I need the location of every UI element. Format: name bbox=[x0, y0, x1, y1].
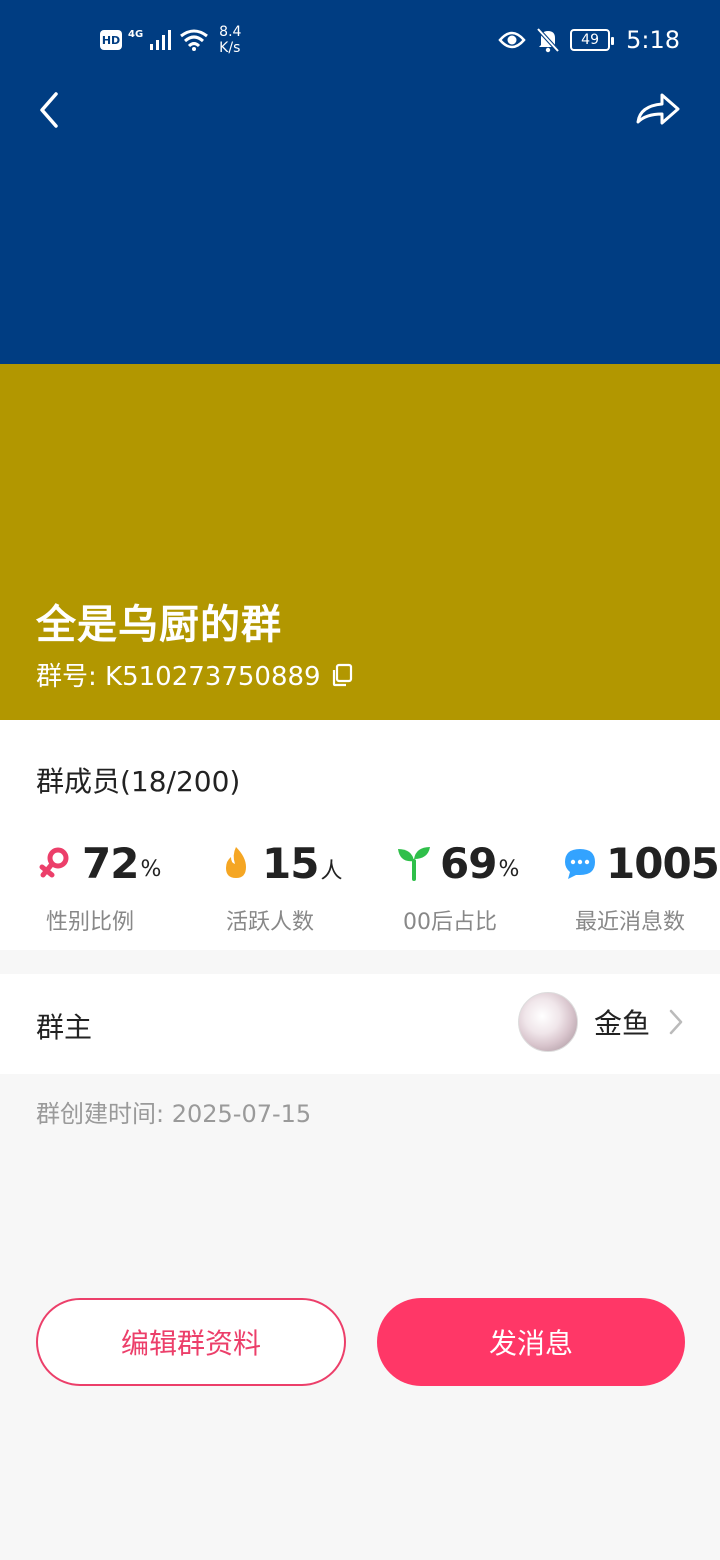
chevron-right-icon bbox=[669, 1009, 683, 1035]
send-message-button[interactable]: 发消息 bbox=[377, 1298, 685, 1386]
signal-icon bbox=[150, 30, 172, 50]
eye-icon bbox=[498, 31, 526, 49]
owner-info[interactable]: 金鱼 bbox=[517, 992, 686, 1052]
share-arrow-icon[interactable] bbox=[634, 90, 682, 130]
members-section[interactable]: 群成员(18/200) 72 % 性别比例 15 人 活跃人数 69 % 00后… bbox=[0, 720, 720, 950]
avatar[interactable] bbox=[517, 992, 578, 1052]
bell-muted-icon bbox=[536, 27, 560, 53]
group-id: 群号: K510273750889 bbox=[36, 662, 321, 692]
status-left: HD 4G 8.4 K/s bbox=[100, 24, 241, 56]
members-title: 群成员(18/200) bbox=[36, 765, 241, 798]
edit-group-button[interactable]: 编辑群资料 bbox=[36, 1298, 346, 1386]
group-name: 全是乌厨的群 bbox=[36, 602, 282, 648]
wifi-icon bbox=[180, 29, 209, 51]
hd-badge: HD bbox=[100, 30, 122, 50]
stat-value: 69 bbox=[440, 838, 497, 888]
stat-value: 15 bbox=[262, 838, 319, 888]
stat-unit: % bbox=[140, 856, 162, 882]
clock: 5:18 bbox=[626, 26, 680, 54]
group-owner-row[interactable]: 群主 金鱼 bbox=[0, 974, 720, 1074]
owner-name: 金鱼 bbox=[593, 1007, 650, 1040]
stat-value: 72 bbox=[82, 838, 139, 888]
network-speed: 8.4 K/s bbox=[219, 24, 242, 56]
female-symbol-icon bbox=[39, 847, 69, 878]
stat-unit: 人 bbox=[320, 859, 343, 884]
chevron-left-icon[interactable] bbox=[34, 88, 74, 132]
stat-label: 性别比例 bbox=[45, 910, 134, 935]
flame-icon bbox=[226, 847, 246, 878]
stat-value: 1005 bbox=[606, 838, 720, 888]
owner-label: 群主 bbox=[36, 1011, 93, 1044]
status-right: 49 5:18 bbox=[498, 26, 680, 54]
stat-label: 最近消息数 bbox=[574, 910, 685, 935]
copy-icon[interactable] bbox=[331, 663, 353, 687]
battery-indicator: 49 bbox=[570, 29, 615, 51]
sprout-icon bbox=[398, 847, 430, 881]
stat-label: 00后占比 bbox=[403, 910, 497, 935]
chat-bubble-icon bbox=[565, 849, 595, 879]
stat-label: 活跃人数 bbox=[225, 910, 314, 935]
status-bar: HD 4G 8.4 K/s 49 5:18 bbox=[0, 20, 720, 66]
stat-unit: % bbox=[498, 856, 520, 882]
member-stats: 72 % 性别比例 15 人 活跃人数 69 % 00后占比 1005 最近消息… bbox=[0, 838, 720, 938]
group-id-row: 群号: K510273750889 bbox=[36, 656, 353, 693]
network-type: 4G bbox=[128, 28, 144, 40]
created-date: 群创建时间: 2025-07-15 bbox=[36, 1100, 312, 1128]
